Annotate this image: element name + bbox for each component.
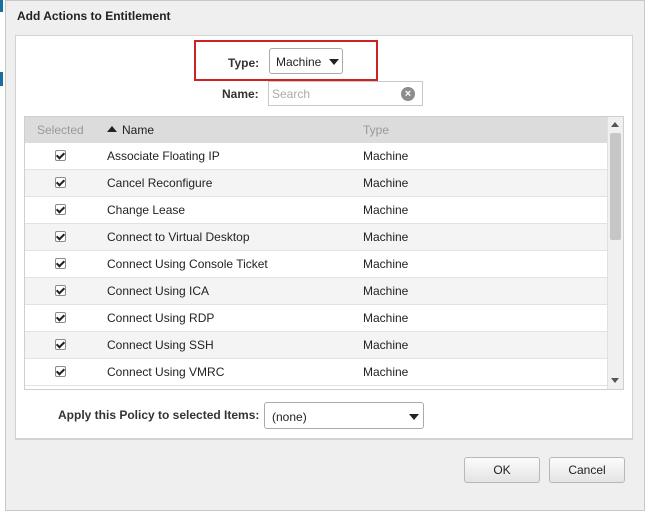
checkbox-checked-icon[interactable] <box>55 285 66 296</box>
row-type: Machine <box>363 365 409 379</box>
grid-vertical-scrollbar[interactable] <box>607 117 623 389</box>
footer-divider <box>15 439 633 440</box>
row-type: Machine <box>363 338 409 352</box>
row-type: Machine <box>363 230 409 244</box>
checkbox-checked-icon[interactable] <box>55 204 66 215</box>
row-name: Connect to Virtual Desktop <box>107 230 250 244</box>
row-name: Associate Floating IP <box>107 149 220 163</box>
checkbox-checked-icon[interactable] <box>55 150 66 161</box>
name-search-input[interactable] <box>272 85 397 102</box>
name-label: Name: <box>222 87 259 101</box>
checkbox-checked-icon[interactable] <box>55 339 66 350</box>
table-row[interactable]: Connect Using ICA Machine <box>25 278 607 305</box>
grid-rows: Associate Floating IP Machine Cancel Recon… <box>25 143 607 386</box>
checkbox-checked-icon[interactable] <box>55 231 66 242</box>
type-dropdown[interactable]: Machine <box>269 48 343 74</box>
sort-ascending-icon <box>107 126 117 132</box>
row-type: Machine <box>363 284 409 298</box>
table-row[interactable]: Associate Floating IP Machine <box>25 143 607 170</box>
table-row[interactable]: Connect Using Console Ticket Machine <box>25 251 607 278</box>
row-name: Connect Using SSH <box>107 338 214 352</box>
dialog-title: Add Actions to Entitlement <box>17 9 171 23</box>
dropdown-caret-icon <box>409 414 419 420</box>
table-row[interactable]: Cancel Reconfigure Machine <box>25 170 607 197</box>
table-row[interactable]: Change Lease Machine <box>25 197 607 224</box>
policy-dropdown[interactable]: (none) <box>264 402 424 429</box>
actions-grid: Selected Name Type Associate Floating IP… <box>24 116 624 390</box>
policy-dropdown-value: (none) <box>272 410 307 424</box>
grid-header: Selected Name Type <box>25 117 607 143</box>
scroll-down-icon[interactable] <box>611 378 619 383</box>
row-type: Machine <box>363 311 409 325</box>
type-dropdown-value: Machine <box>276 55 322 69</box>
background-app-mark <box>0 0 3 12</box>
table-row[interactable]: Connect to Virtual Desktop Machine <box>25 224 607 251</box>
row-type: Machine <box>363 203 409 217</box>
cancel-button[interactable]: Cancel <box>549 457 625 483</box>
column-header-type[interactable]: Type <box>363 123 389 137</box>
checkbox-checked-icon[interactable] <box>55 177 66 188</box>
row-name: Connect Using RDP <box>107 311 215 325</box>
row-name: Connect Using ICA <box>107 284 210 298</box>
policy-label: Apply this Policy to selected Items: <box>58 408 260 422</box>
checkbox-checked-icon[interactable] <box>55 258 66 269</box>
background-app-mark <box>0 72 3 86</box>
row-type: Machine <box>363 257 409 271</box>
table-row[interactable]: Connect Using VMRC Machine <box>25 359 607 386</box>
column-header-selected[interactable]: Selected <box>37 123 84 137</box>
table-row[interactable]: Connect Using RDP Machine <box>25 305 607 332</box>
dropdown-caret-icon <box>329 59 339 65</box>
scroll-up-icon[interactable] <box>611 122 619 127</box>
checkbox-checked-icon[interactable] <box>55 312 66 323</box>
row-type: Machine <box>363 176 409 190</box>
ok-button[interactable]: OK <box>464 457 540 483</box>
row-name: Change Lease <box>107 203 186 217</box>
row-type: Machine <box>363 149 409 163</box>
name-search-box: × <box>268 81 423 106</box>
clear-search-icon[interactable]: × <box>401 87 415 101</box>
row-name: Connect Using VMRC <box>107 365 225 379</box>
scrollbar-thumb[interactable] <box>610 133 621 240</box>
row-name: Cancel Reconfigure <box>107 176 213 190</box>
checkbox-checked-icon[interactable] <box>55 366 66 377</box>
row-name: Connect Using Console Ticket <box>107 257 268 271</box>
type-label: Type: <box>228 56 260 70</box>
column-header-name[interactable]: Name <box>122 123 154 137</box>
table-row[interactable]: Connect Using SSH Machine <box>25 332 607 359</box>
